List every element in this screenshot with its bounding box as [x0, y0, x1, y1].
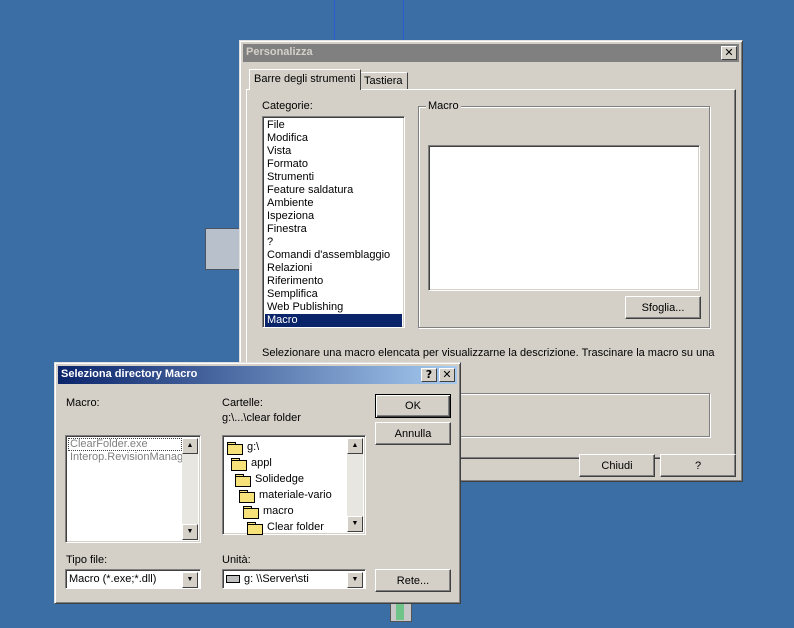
personalizza-titlebar: Personalizza ✕: [243, 44, 739, 62]
chevron-down-icon[interactable]: ▼: [347, 572, 363, 588]
help-icon: ?: [425, 368, 433, 381]
tipo-file-value: Macro (*.exe;*.dll): [69, 573, 157, 585]
network-drive-icon: [226, 575, 240, 583]
personalizza-title: Personalizza: [246, 46, 313, 58]
seleziona-help-button[interactable]: ?: [421, 368, 437, 382]
folder-item[interactable]: Solidedge: [235, 471, 304, 487]
folder-item[interactable]: g:\: [227, 439, 259, 455]
folder-icon: [247, 521, 263, 535]
scroll-down-button[interactable]: ▼: [182, 524, 198, 540]
macro-file-item[interactable]: Interop.RevisionManag: [68, 451, 182, 464]
category-item[interactable]: Strumenti: [265, 171, 402, 184]
folder-name: appl: [251, 457, 272, 469]
tipo-file-label: Tipo file:: [66, 554, 108, 566]
current-path: g:\...\clear folder: [222, 412, 301, 424]
macro-files-label: Macro:: [66, 397, 100, 409]
tab-tastiera-label: Tastiera: [364, 75, 403, 87]
folder-name: materiale-vario: [259, 489, 332, 501]
unita-label: Unità:: [222, 554, 251, 566]
categories-items: File Modifica Vista Formato Strumenti Feature…: [265, 119, 402, 327]
category-item[interactable]: Formato: [265, 158, 402, 171]
folder-item[interactable]: macro: [243, 503, 294, 519]
macro-groupbox: Macro Sfoglia...: [418, 100, 710, 328]
folders-tree[interactable]: g:\ appl Solidedge materiale-vario macro Clea…: [222, 435, 366, 535]
category-item[interactable]: Modifica: [265, 132, 402, 145]
category-item[interactable]: Web Publishing: [265, 301, 402, 314]
unita-value: g: \\Server\sti: [244, 573, 309, 585]
macro-files-list[interactable]: ClearFolder.exe Interop.RevisionManag ▲ …: [65, 435, 201, 543]
seleziona-dialog: Seleziona directory Macro ? ✕ Macro: Cle…: [54, 362, 461, 604]
seleziona-titlebar: Seleziona directory Macro ? ✕: [58, 366, 457, 384]
personalizza-help-label: ?: [694, 459, 702, 472]
macro-files-scrollbar[interactable]: ▲ ▼: [182, 438, 198, 540]
macro-list[interactable]: [428, 145, 700, 291]
folder-name: macro: [263, 505, 294, 517]
folder-name: Solidedge: [255, 473, 304, 485]
folders-scrollbar[interactable]: ▲ ▼: [347, 438, 363, 532]
category-item[interactable]: Relazioni: [265, 262, 402, 275]
unita-select[interactable]: g: \\Server\sti ▼: [222, 569, 366, 589]
unita-value-row: g: \\Server\sti: [226, 573, 309, 585]
close-icon: ✕: [724, 46, 734, 59]
sfoglia-button-label: Sfoglia...: [641, 301, 685, 314]
macro-file-item[interactable]: ClearFolder.exe: [68, 438, 182, 451]
folder-icon: [231, 457, 247, 471]
category-item[interactable]: File: [265, 119, 402, 132]
folder-item[interactable]: Clear folder: [247, 519, 324, 535]
macro-description: Selezionare una macro elencata per visua…: [262, 347, 715, 359]
category-item[interactable]: Finestra: [265, 223, 402, 236]
scroll-down-button[interactable]: ▼: [347, 516, 363, 532]
chiudi-button[interactable]: Chiudi: [579, 454, 655, 477]
folder-item[interactable]: appl: [231, 455, 272, 471]
tipo-file-select[interactable]: Macro (*.exe;*.dll) ▼: [65, 569, 201, 589]
seleziona-close-button[interactable]: ✕: [439, 368, 455, 382]
categorie-label: Categorie:: [262, 100, 313, 112]
annulla-button-label: Annulla: [394, 427, 432, 440]
viewport-model-green: [396, 604, 404, 620]
category-item[interactable]: Ispeziona: [265, 210, 402, 223]
ok-button-label: OK: [405, 400, 421, 412]
category-item[interactable]: Riferimento: [265, 275, 402, 288]
personalizza-help-button[interactable]: ?: [660, 454, 736, 477]
category-item[interactable]: Feature saldatura: [265, 184, 402, 197]
category-item[interactable]: Comandi d'assemblaggio: [265, 249, 402, 262]
macro-groupbox-label: Macro: [426, 100, 461, 112]
annulla-button[interactable]: Annulla: [375, 422, 451, 445]
tab-barre-strumenti-label: Barre degli strumenti: [254, 73, 356, 85]
folder-name: g:\: [247, 441, 260, 453]
category-item[interactable]: ?: [265, 236, 402, 249]
cartelle-label: Cartelle:: [222, 397, 263, 409]
folder-icon: [239, 489, 255, 503]
category-item[interactable]: Vista: [265, 145, 402, 158]
rete-button-label: Rete...: [396, 574, 430, 587]
viewport-wireframe: [334, 0, 404, 44]
tab-barre-strumenti[interactable]: Barre degli strumenti: [249, 69, 361, 90]
close-icon: ✕: [442, 368, 452, 381]
category-item[interactable]: Macro: [265, 314, 402, 327]
sfoglia-button[interactable]: Sfoglia...: [625, 296, 701, 319]
chiudi-button-label: Chiudi: [601, 459, 633, 472]
chevron-down-icon[interactable]: ▼: [182, 572, 198, 588]
rete-button[interactable]: Rete...: [375, 569, 451, 592]
scroll-up-button[interactable]: ▲: [347, 438, 363, 454]
ok-button[interactable]: OK: [375, 394, 451, 418]
category-item[interactable]: Semplifica: [265, 288, 402, 301]
folder-icon: [243, 505, 259, 519]
categories-list[interactable]: File Modifica Vista Formato Strumenti Feature…: [262, 116, 405, 328]
folder-icon: [235, 473, 251, 487]
category-item[interactable]: Ambiente: [265, 197, 402, 210]
folder-name: Clear folder: [267, 521, 324, 533]
personalizza-close-button[interactable]: ✕: [721, 46, 737, 60]
scroll-up-button[interactable]: ▲: [182, 438, 198, 454]
folder-item[interactable]: materiale-vario: [239, 487, 332, 503]
folder-icon: [227, 441, 243, 455]
seleziona-title: Seleziona directory Macro: [61, 368, 198, 380]
tab-tastiera[interactable]: Tastiera: [359, 72, 408, 89]
